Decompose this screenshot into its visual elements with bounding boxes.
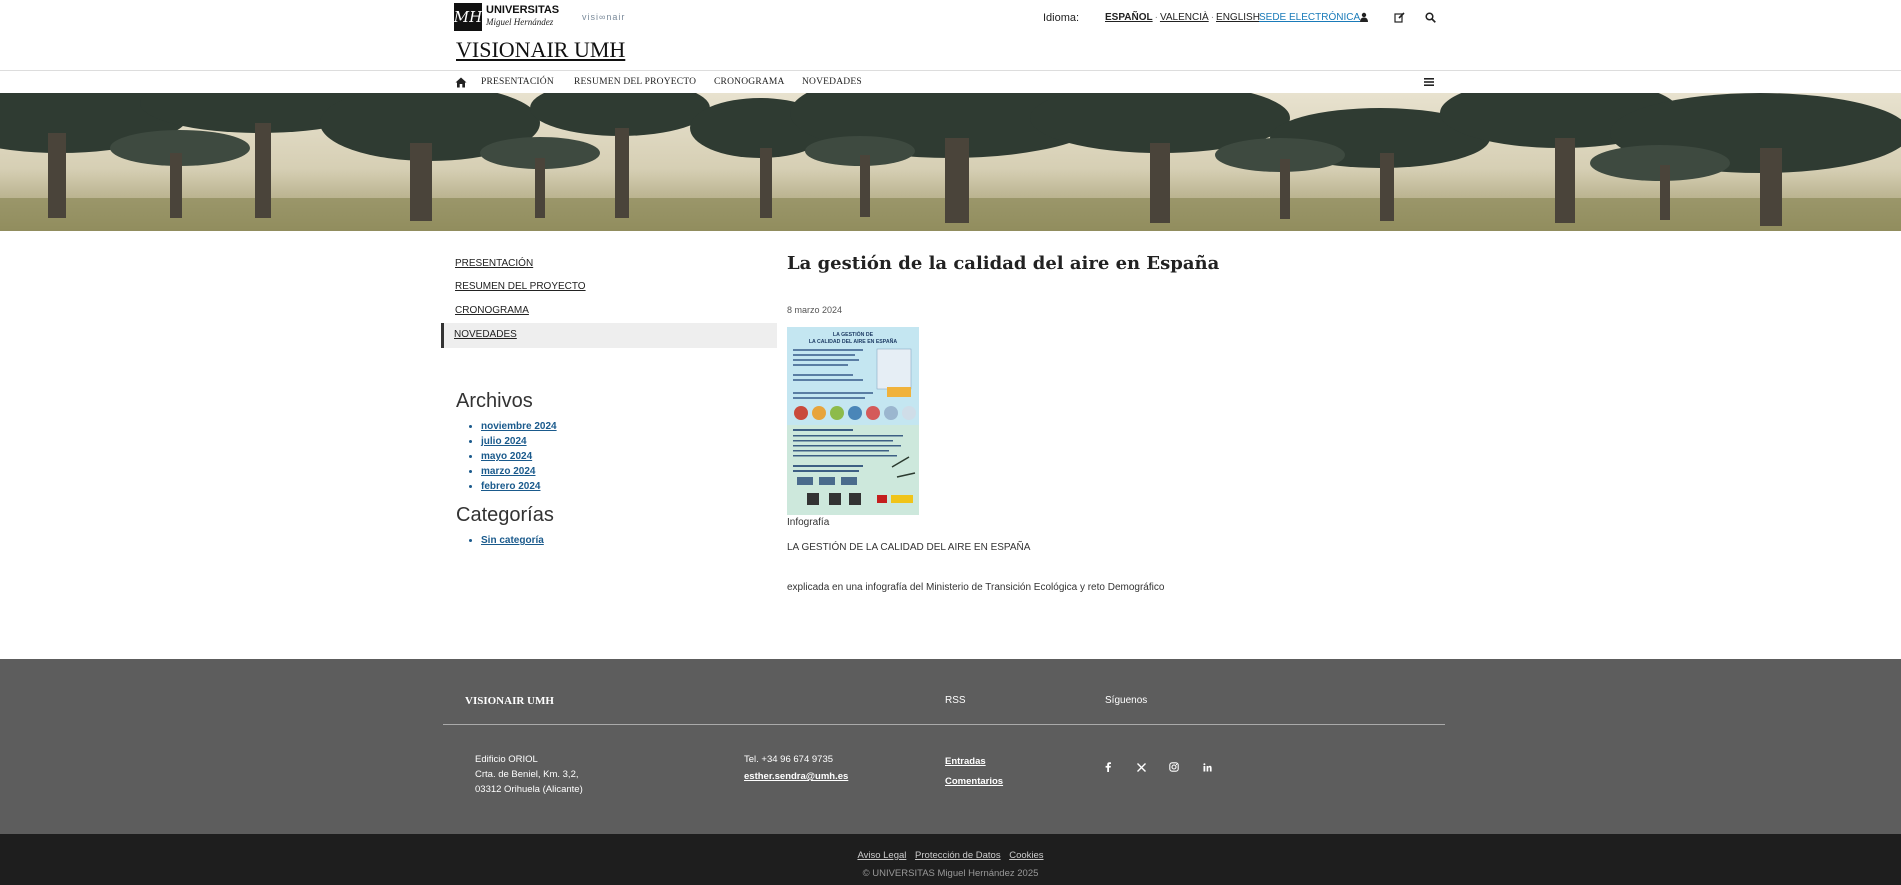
lang-va[interactable]: VALENCIÀ <box>1160 12 1209 23</box>
footer-phone: Tel. +34 96 674 9735 <box>744 754 834 765</box>
proteccion-datos-link[interactable]: Protección de Datos <box>915 850 1001 861</box>
cookies-link[interactable]: Cookies <box>1009 850 1043 861</box>
sidebar-link-novedades[interactable]: NOVEDADES <box>454 329 517 340</box>
footer-siguenos-heading: Síguenos <box>1105 695 1148 706</box>
copyright: © UNIVERSITAS Miguel Hernández 2025 <box>862 868 1039 879</box>
user-icon[interactable] <box>1357 10 1371 24</box>
logo-name: UNIVERSITAS <box>486 4 560 16</box>
list-item: febrero 2024 <box>481 479 557 494</box>
archive-link[interactable]: mayo 2024 <box>481 451 532 462</box>
image-caption: Infografía <box>787 517 830 528</box>
address-line: 03312 Orihuela (Alicante) <box>475 784 583 795</box>
sidebar-link-cronograma[interactable]: CRONOGRAMA <box>455 305 529 316</box>
infographic-thumbnail[interactable]: LA GESTIÓN DE LA CALIDAD DEL AIRE EN ESP… <box>787 327 919 515</box>
archivos-heading: Archivos <box>456 390 533 412</box>
footer-rss-comentarios[interactable]: Comentarios <box>945 776 1003 787</box>
linkedin-icon[interactable] <box>1200 760 1214 774</box>
list-item: julio 2024 <box>481 434 557 449</box>
legal-links: Aviso Legal Protección de Datos Cookies <box>0 850 1901 861</box>
sede-electronica-link[interactable]: SEDE ELECTRÓNICA <box>1259 12 1360 23</box>
hero-banner-image <box>0 93 1901 231</box>
lang-es[interactable]: ESPAÑOL <box>1105 12 1153 23</box>
language-label: Idioma: <box>1043 12 1080 24</box>
footer-title: VISIONAIR UMH <box>465 695 554 707</box>
categorias-list: Sin categoría <box>463 533 544 548</box>
sidebar-link-presentacion[interactable]: PRESENTACIÓN <box>455 258 533 269</box>
logo-subtitle: Miguel Hernández <box>486 17 554 27</box>
aviso-legal-link[interactable]: Aviso Legal <box>857 850 906 861</box>
archivos-list: noviembre 2024 julio 2024 mayo 2024 marz… <box>463 419 557 494</box>
svg-text:LA CALIDAD DEL AIRE EN ESPAÑA: LA CALIDAD DEL AIRE EN ESPAÑA <box>809 338 897 345</box>
address-line: Crta. de Beniel, Km. 3,2, <box>475 769 579 780</box>
main-navbar <box>0 70 1901 94</box>
edit-icon[interactable] <box>1392 10 1406 24</box>
nav-resumen[interactable]: RESUMEN DEL PROYECTO <box>574 77 696 87</box>
svg-text:LA GESTIÓN DE: LA GESTIÓN DE <box>833 330 874 338</box>
nav-novedades[interactable]: NOVEDADES <box>802 77 862 87</box>
site-title[interactable]: VISIONAIR UMH <box>456 37 625 63</box>
footer-divider <box>443 724 1445 725</box>
archive-link[interactable]: noviembre 2024 <box>481 421 557 432</box>
nav-cronograma[interactable]: CRONOGRAMA <box>714 77 785 87</box>
lang-en[interactable]: ENGLISH <box>1216 12 1260 23</box>
language-switcher: ESPAÑOL · VALENCIÀ · ENGLISH <box>1105 12 1260 23</box>
list-item: Sin categoría <box>481 533 544 548</box>
facebook-icon[interactable] <box>1101 760 1115 774</box>
address-line: Edificio ORIOL <box>475 754 538 765</box>
x-twitter-icon[interactable] <box>1134 760 1148 774</box>
logo-glyph: MH <box>453 8 483 26</box>
footer-rss-entradas[interactable]: Entradas <box>945 756 986 767</box>
post-body-line-2: explicada en una infografía del Minister… <box>787 582 1165 593</box>
category-link[interactable]: Sin categoría <box>481 535 544 546</box>
search-icon[interactable] <box>1423 10 1437 24</box>
home-icon[interactable] <box>455 75 467 93</box>
list-item: mayo 2024 <box>481 449 557 464</box>
archive-link[interactable]: febrero 2024 <box>481 481 540 492</box>
visionair-logo[interactable]: visi∞nair <box>582 12 625 22</box>
list-item: marzo 2024 <box>481 464 557 479</box>
archive-link[interactable]: marzo 2024 <box>481 466 535 477</box>
sidebar-link-resumen[interactable]: RESUMEN DEL PROYECTO <box>455 281 586 292</box>
footer-email-link[interactable]: esther.sendra@umh.es <box>744 771 848 782</box>
instagram-icon[interactable] <box>1167 760 1181 774</box>
nav-presentacion[interactable]: PRESENTACIÓN <box>481 77 554 87</box>
archive-link[interactable]: julio 2024 <box>481 436 527 447</box>
post-title: La gestión de la calidad del aire en Esp… <box>787 253 1220 274</box>
post-date: 8 marzo 2024 <box>787 305 843 315</box>
footer-address: Edificio ORIOL Crta. de Beniel, Km. 3,2,… <box>475 752 583 797</box>
categorias-heading: Categorías <box>456 504 554 526</box>
umh-logo[interactable]: MH <box>454 3 482 31</box>
list-item: noviembre 2024 <box>481 419 557 434</box>
hamburger-menu-icon[interactable] <box>1424 74 1434 92</box>
footer <box>0 659 1901 834</box>
footer-rss-heading: RSS <box>945 695 966 706</box>
post-body-line-1: LA GESTIÓN DE LA CALIDAD DEL AIRE EN ESP… <box>787 542 1031 553</box>
